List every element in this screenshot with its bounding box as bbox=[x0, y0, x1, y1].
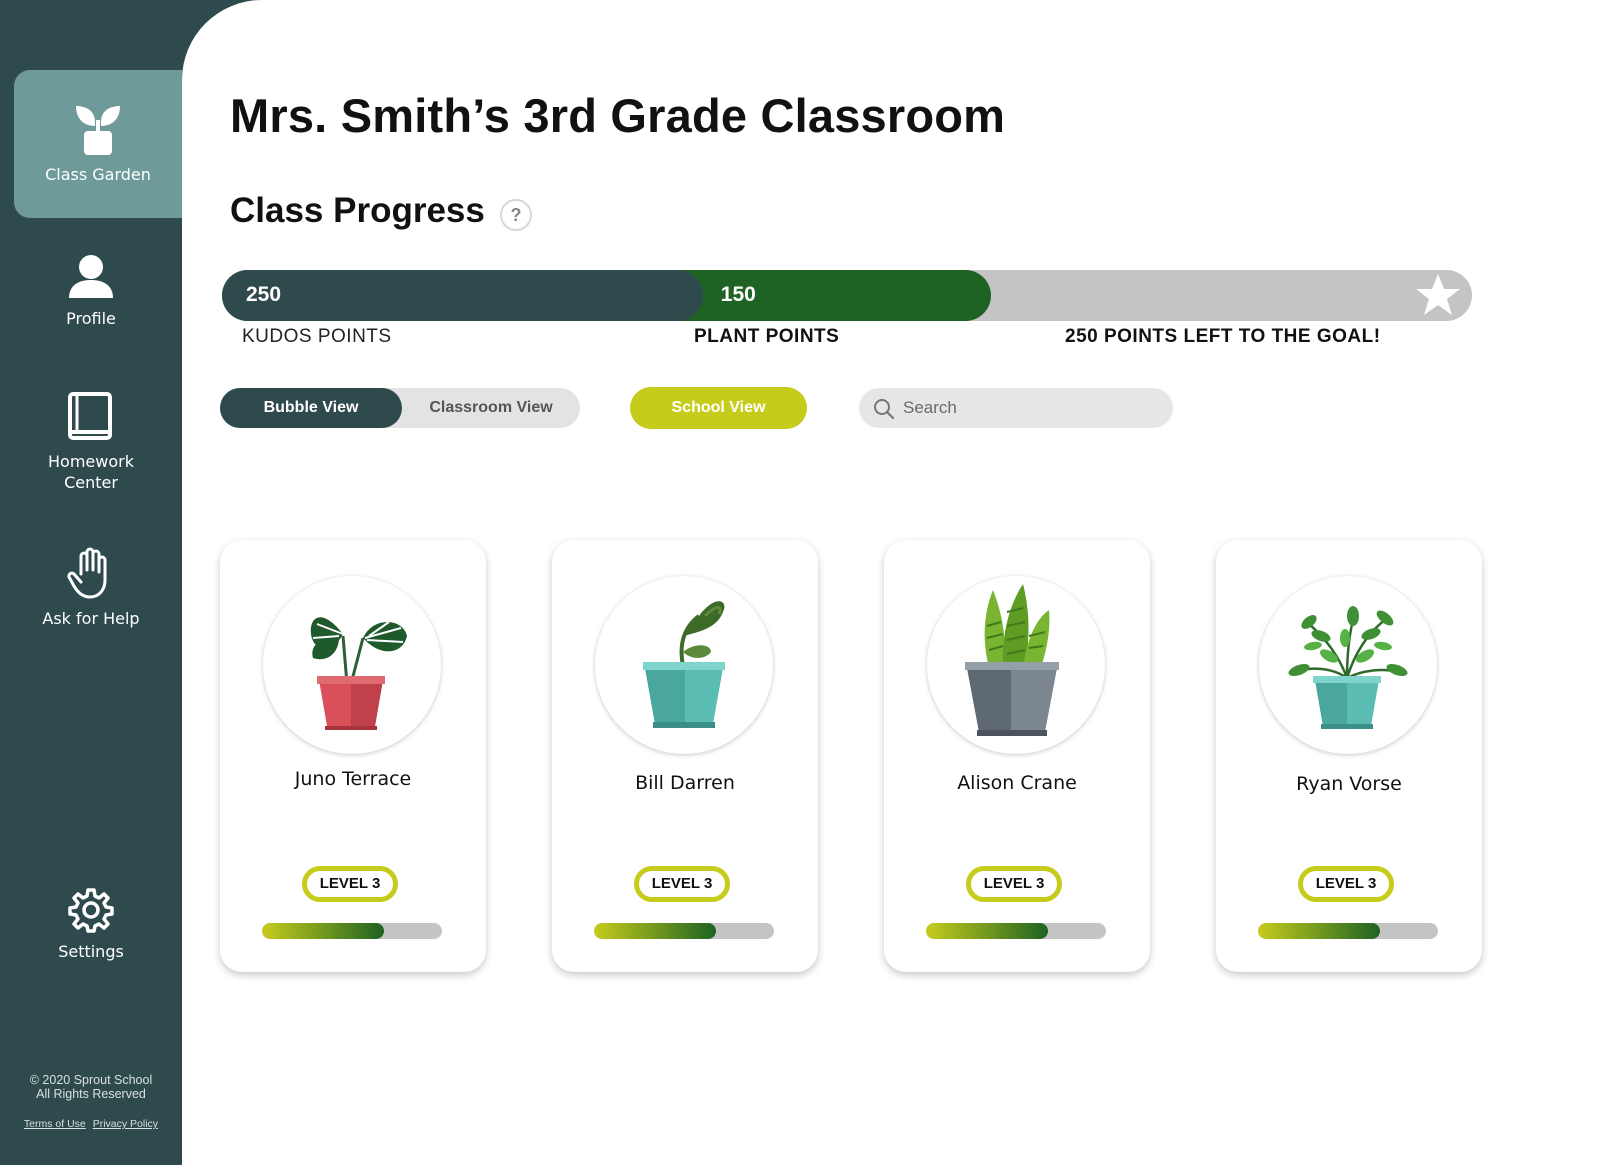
level-progress-fill bbox=[262, 923, 385, 939]
sidebar-item-label: Profile bbox=[66, 309, 116, 328]
school-view-button[interactable]: School View bbox=[630, 387, 807, 429]
class-progress-bar: 150 250 bbox=[222, 270, 1472, 321]
help-icon[interactable]: ? bbox=[500, 199, 532, 231]
section-title: Class Progress bbox=[230, 191, 485, 230]
student-card[interactable]: Alison Crane LEVEL 3 bbox=[884, 540, 1150, 972]
sidebar-item-settings[interactable]: Settings bbox=[0, 887, 182, 962]
kudos-points-label: KUDOS POINTS bbox=[242, 326, 392, 347]
student-name: Bill Darren bbox=[635, 772, 735, 794]
footer-links: Terms of Use Privacy Policy bbox=[0, 1118, 182, 1130]
student-name: Alison Crane bbox=[957, 772, 1077, 794]
classroom-view-button[interactable]: Classroom View bbox=[402, 388, 580, 428]
bubble-view-button[interactable]: Bubble View bbox=[220, 388, 402, 428]
search-input[interactable] bbox=[903, 388, 1153, 428]
footer-copyright: © 2020 Sprout School All Rights Reserved bbox=[0, 1073, 182, 1101]
rights-text: All Rights Reserved bbox=[36, 1087, 146, 1101]
plant-avatar bbox=[263, 576, 441, 754]
kudos-points-value: 250 bbox=[246, 283, 282, 306]
copyright-text: © 2020 Sprout School bbox=[29, 1073, 153, 1087]
level-progress-fill bbox=[594, 923, 717, 939]
sidebar-item-label: Homework Center bbox=[48, 452, 134, 492]
user-icon bbox=[69, 255, 113, 298]
monstera-plant-icon bbox=[310, 613, 407, 730]
search-bar bbox=[859, 388, 1173, 428]
sidebar-item-profile[interactable]: Profile bbox=[0, 252, 182, 329]
sidebar-item-label: Ask for Help bbox=[42, 609, 140, 628]
level-progress-bar bbox=[594, 923, 774, 939]
terms-link[interactable]: Terms of Use bbox=[24, 1118, 86, 1130]
level-progress-bar bbox=[1258, 923, 1438, 939]
goal-remaining-label: 250 POINTS LEFT TO THE GOAL! bbox=[1065, 326, 1381, 347]
plant-avatar bbox=[595, 576, 773, 754]
gear-icon bbox=[68, 888, 114, 933]
level-badge: LEVEL 3 bbox=[1298, 866, 1394, 902]
student-name: Juno Terrace bbox=[294, 768, 412, 790]
main-panel: Mrs. Smith’s 3rd Grade Classroom Class P… bbox=[182, 0, 1600, 1165]
level-badge: LEVEL 3 bbox=[966, 866, 1062, 902]
sidebar-item-label: Class Garden bbox=[45, 165, 151, 184]
kudos-points-segment: 250 bbox=[222, 270, 703, 321]
plant-points-value: 150 bbox=[720, 283, 756, 306]
view-toggle: Bubble View Classroom View bbox=[220, 388, 580, 428]
book-icon bbox=[68, 392, 112, 440]
sidebar-item-homework-center[interactable]: Homework Center bbox=[0, 391, 182, 493]
student-card[interactable]: Ryan Vorse LEVEL 3 bbox=[1216, 540, 1482, 972]
sprout-icon bbox=[76, 106, 120, 155]
privacy-link[interactable]: Privacy Policy bbox=[93, 1118, 158, 1130]
level-progress-bar bbox=[926, 923, 1106, 939]
sidebar-item-ask-for-help[interactable]: Ask for Help bbox=[0, 546, 182, 629]
search-icon bbox=[874, 399, 895, 420]
student-name: Ryan Vorse bbox=[1296, 773, 1402, 795]
level-badge: LEVEL 3 bbox=[634, 866, 730, 902]
sidebar-item-class-garden[interactable]: Class Garden bbox=[14, 70, 182, 218]
sidebar: Class Garden Profile Homework Center Ask… bbox=[0, 0, 182, 1165]
raised-hand-icon bbox=[67, 547, 107, 599]
snake-plant-icon bbox=[965, 584, 1059, 736]
level-progress-fill bbox=[1258, 923, 1381, 939]
star-icon bbox=[1416, 274, 1460, 315]
leafy-plant-icon bbox=[1288, 606, 1408, 729]
plant-avatar bbox=[927, 576, 1105, 754]
level-progress-bar bbox=[262, 923, 442, 939]
level-badge: LEVEL 3 bbox=[302, 866, 398, 902]
page-title: Mrs. Smith’s 3rd Grade Classroom bbox=[230, 89, 1006, 142]
student-card[interactable]: Bill Darren LEVEL 3 bbox=[552, 540, 818, 972]
plant-points-label: PLANT POINTS bbox=[694, 326, 840, 347]
level-progress-fill bbox=[926, 923, 1049, 939]
sidebar-item-label: Settings bbox=[58, 942, 124, 961]
sprout-plant-icon bbox=[643, 601, 725, 728]
plant-avatar bbox=[1259, 576, 1437, 754]
student-card[interactable]: Juno Terrace LEVEL 3 bbox=[220, 540, 486, 972]
